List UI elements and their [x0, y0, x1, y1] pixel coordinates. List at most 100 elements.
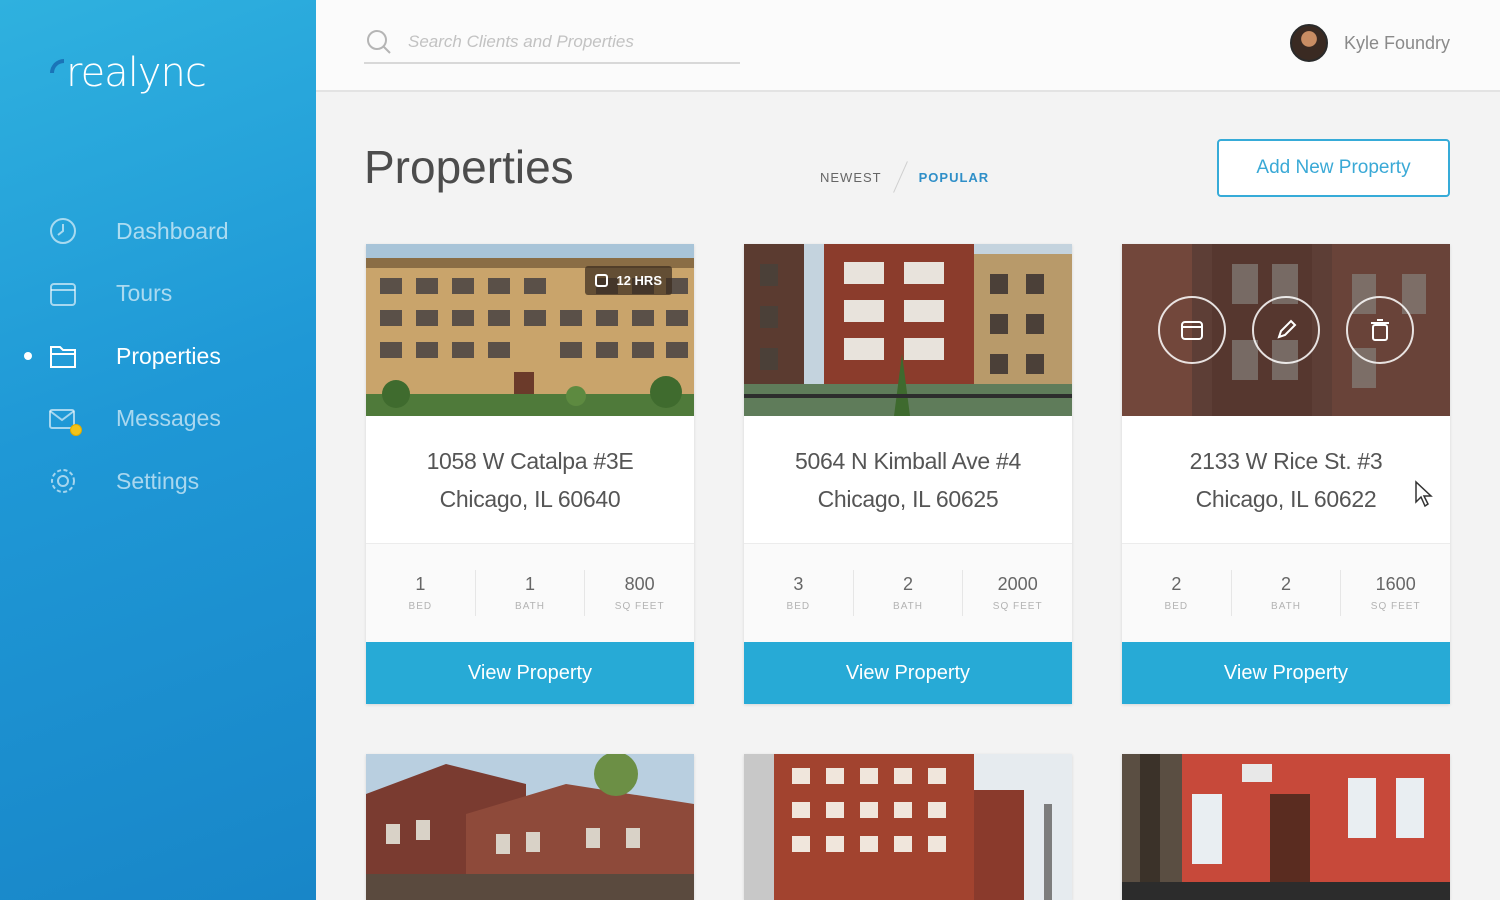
stat-value: 800: [624, 574, 655, 594]
calendar-icon: [1181, 321, 1203, 340]
sidebar-nav: Dashboard Tours Properties Messages Sett…: [0, 200, 316, 513]
stat-value: 2: [903, 574, 914, 594]
property-photo[interactable]: [366, 754, 694, 900]
user-name: Kyle Foundry: [1343, 32, 1450, 53]
stat-value: 1600: [1375, 574, 1416, 594]
tab-newest[interactable]: NEWEST: [820, 170, 882, 185]
search-icon[interactable]: [366, 29, 392, 55]
logo-mark-icon: [50, 59, 64, 73]
stat-value: 2: [1281, 574, 1292, 594]
add-new-property-button[interactable]: Add New Property: [1217, 139, 1450, 197]
address-line-1: 1058 W Catalpa #3E: [426, 447, 634, 474]
view-property-button[interactable]: View Property: [366, 642, 694, 704]
stat-bed: 2 BED: [1122, 570, 1232, 616]
notification-badge: [70, 423, 82, 436]
sidebar-item-label: Tours: [116, 280, 173, 307]
stat-label: BED: [786, 601, 811, 612]
property-address: 1058 W Catalpa #3E Chicago, IL 60640: [366, 416, 694, 544]
address-line-2: Chicago, IL 60640: [439, 485, 621, 512]
stat-label: BED: [1164, 601, 1189, 612]
search-input[interactable]: [408, 32, 728, 52]
property-card: [366, 754, 694, 900]
property-card: 5064 N Kimball Ave #4 Chicago, IL 60625 …: [744, 244, 1072, 704]
stat-bed: 1 BED: [366, 570, 476, 616]
property-stats: 3 BED 2 BATH 2000 SQ FEET: [744, 544, 1072, 642]
stat-label: BATH: [893, 601, 923, 612]
gear-icon: [48, 466, 78, 496]
address-line-1: 5064 N Kimball Ave #4: [795, 447, 1021, 474]
page-title: Properties: [364, 141, 574, 193]
sidebar-item-messages[interactable]: Messages: [0, 388, 316, 451]
sidebar-item-label: Properties: [116, 342, 221, 369]
stat-label: BATH: [1271, 601, 1301, 612]
sort-tabs: NEWEST POPULAR: [820, 160, 989, 194]
sidebar-item-settings[interactable]: Settings: [0, 450, 316, 513]
search-bar: [364, 22, 740, 64]
property-stats: 2 BED 2 BATH 1600 SQ FEET: [1122, 544, 1450, 642]
brand-name: realync: [66, 50, 207, 96]
sort-divider: [892, 161, 908, 193]
property-photo[interactable]: [1122, 754, 1450, 900]
mouse-cursor-icon: [1415, 480, 1433, 508]
stat-label: SQ FEET: [992, 601, 1043, 612]
sidebar-item-label: Dashboard: [116, 217, 229, 244]
stat-bath: 2 BATH: [1232, 570, 1342, 616]
stat-value: 1: [525, 574, 536, 594]
sidebar-item-label: Settings: [116, 467, 200, 494]
view-property-button[interactable]: View Property: [1122, 642, 1450, 704]
property-photo[interactable]: 12 HRS: [366, 244, 694, 416]
property-card: 2133 W Rice St. #3 Chicago, IL 60622 2 BE…: [1122, 244, 1450, 704]
stat-label: SQ FEET: [614, 601, 665, 612]
calendar-icon: [48, 279, 78, 309]
brand-logo[interactable]: realync: [50, 50, 207, 96]
sidebar-item-tours[interactable]: Tours: [0, 263, 316, 326]
delete-button[interactable]: [1346, 296, 1414, 364]
property-card: [744, 754, 1072, 900]
clock-icon: [48, 216, 78, 246]
clock-icon: [595, 274, 609, 287]
property-card: [1122, 754, 1450, 900]
stat-bath: 1 BATH: [476, 570, 586, 616]
sidebar: realync Dashboard Tours Properties Messa…: [0, 0, 316, 900]
folder-icon: [48, 341, 78, 371]
stat-bed: 3 BED: [744, 570, 854, 616]
stat-value: 3: [793, 574, 804, 594]
property-card: 12 HRS 1058 W Catalpa #3E Chicago, IL 60…: [366, 244, 694, 704]
stat-value: 2: [1171, 574, 1182, 594]
tab-popular[interactable]: POPULAR: [919, 170, 990, 185]
stat-label: SQ FEET: [1370, 601, 1421, 612]
property-photo[interactable]: [1122, 244, 1450, 416]
mail-icon: [48, 404, 82, 436]
user-menu[interactable]: Kyle Foundry: [1289, 24, 1450, 62]
property-address: 5064 N Kimball Ave #4 Chicago, IL 60625: [744, 416, 1072, 544]
trash-icon: [1371, 319, 1389, 341]
property-address: 2133 W Rice St. #3 Chicago, IL 60622: [1122, 416, 1450, 544]
sidebar-item-properties[interactable]: Properties: [0, 325, 316, 388]
address-line-1: 2133 W Rice St. #3: [1189, 447, 1383, 474]
active-indicator: [24, 352, 32, 361]
avatar[interactable]: [1289, 24, 1328, 62]
pencil-icon: [1277, 319, 1297, 339]
property-stats: 1 BED 1 BATH 800 SQ FEET: [366, 544, 694, 642]
property-photo[interactable]: [744, 244, 1072, 416]
time-remaining-badge: 12 HRS: [585, 266, 672, 295]
sidebar-item-label: Messages: [116, 405, 221, 432]
address-line-2: Chicago, IL 60625: [817, 485, 999, 512]
schedule-button[interactable]: [1158, 296, 1226, 364]
property-photo[interactable]: [744, 754, 1072, 900]
sidebar-item-dashboard[interactable]: Dashboard: [0, 200, 316, 263]
address-line-2: Chicago, IL 60622: [1195, 485, 1377, 512]
stat-value: 2000: [997, 574, 1038, 594]
stat-sqft: 2000 SQ FEET: [963, 570, 1072, 616]
topbar: Kyle Foundry: [316, 0, 1500, 92]
edit-button[interactable]: [1252, 296, 1320, 364]
stat-label: BATH: [515, 601, 545, 612]
time-remaining-text: 12 HRS: [616, 273, 662, 288]
stat-label: BED: [408, 601, 433, 612]
stat-value: 1: [415, 574, 426, 594]
stat-sqft: 800 SQ FEET: [585, 570, 694, 616]
view-property-button[interactable]: View Property: [744, 642, 1072, 704]
stat-bath: 2 BATH: [854, 570, 964, 616]
stat-sqft: 1600 SQ FEET: [1341, 570, 1450, 616]
card-quick-actions: [1122, 244, 1450, 416]
